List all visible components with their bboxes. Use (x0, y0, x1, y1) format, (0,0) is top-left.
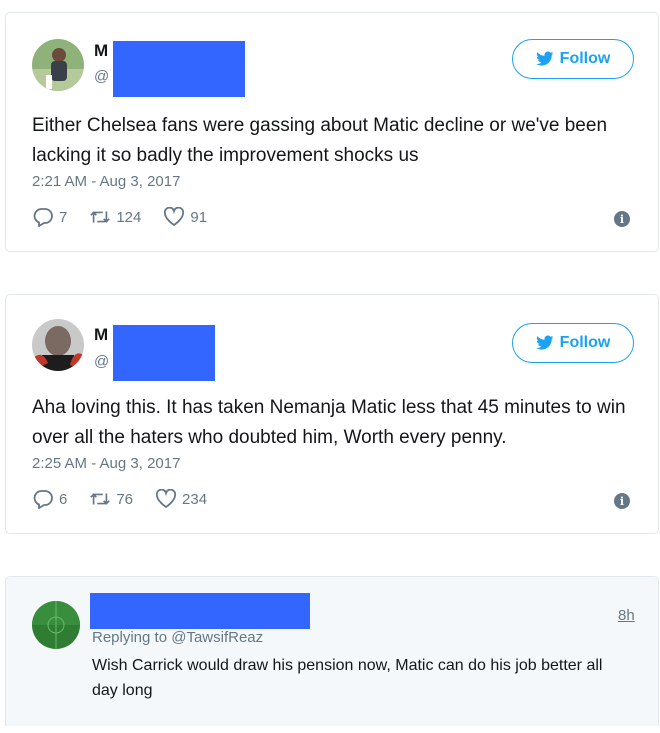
reply-icon (33, 208, 53, 227)
reply-count: 7 (59, 208, 68, 226)
reply-button[interactable]: 6 (32, 489, 67, 509)
retweet-icon (90, 211, 111, 223)
tweet-actions: 7 124 91 (32, 207, 229, 227)
bird-icon (535, 335, 554, 350)
retweet-count: 124 (116, 208, 142, 226)
reply-button[interactable]: 7 (32, 207, 67, 227)
like-count: 234 (182, 490, 208, 508)
reply-icon (33, 490, 53, 509)
relative-time[interactable]: 8h (618, 607, 635, 624)
heart-icon (164, 207, 185, 227)
reply-count: 6 (59, 490, 68, 508)
tweet-card: M @ Follow Aha loving this. It has taken… (5, 294, 659, 534)
like-count: 91 (190, 208, 208, 226)
timestamp[interactable]: 2:25 AM - Aug 3, 2017 (32, 455, 180, 472)
tweet-text: Aha loving this. It has taken Nemanja Ma… (32, 397, 626, 448)
bird-icon (535, 51, 554, 66)
avatar[interactable] (32, 319, 84, 371)
like-button[interactable]: 234 (155, 489, 207, 509)
reply-card: 8h Replying to @TawsifReaz Wish Carrick … (5, 576, 659, 726)
heart-icon (155, 489, 177, 509)
avatar[interactable] (32, 601, 80, 649)
retweet-icon (90, 493, 111, 505)
retweet-button[interactable]: 76 (89, 489, 133, 509)
redaction-box (113, 41, 245, 97)
timestamp[interactable]: 2:21 AM - Aug 3, 2017 (32, 173, 180, 190)
display-name[interactable]: M (94, 325, 108, 345)
redaction-box (90, 593, 310, 629)
retweet-count: 76 (116, 490, 134, 508)
like-button[interactable]: 91 (163, 207, 207, 227)
follow-label: Follow (559, 50, 611, 67)
info-icon[interactable]: i (614, 493, 630, 509)
tweet-card: M @ Follow Either Chelsea fans were gass… (5, 12, 659, 252)
handle[interactable]: @ (94, 353, 109, 370)
reply-text: Wish Carrick would draw his pension now,… (92, 657, 603, 699)
display-name[interactable]: M (94, 41, 108, 61)
redaction-box (113, 325, 215, 381)
tweet-actions: 6 76 234 (32, 489, 229, 509)
retweet-button[interactable]: 124 (89, 207, 141, 227)
follow-button[interactable]: Follow (512, 323, 634, 363)
info-icon[interactable]: i (614, 211, 630, 227)
follow-label: Follow (559, 334, 611, 351)
tweet-text: Either Chelsea fans were gassing about M… (32, 115, 608, 166)
avatar[interactable] (32, 39, 84, 91)
replying-to[interactable]: Replying to @TawsifReaz (92, 629, 263, 646)
follow-button[interactable]: Follow (512, 39, 634, 79)
handle[interactable]: @ (94, 68, 109, 85)
